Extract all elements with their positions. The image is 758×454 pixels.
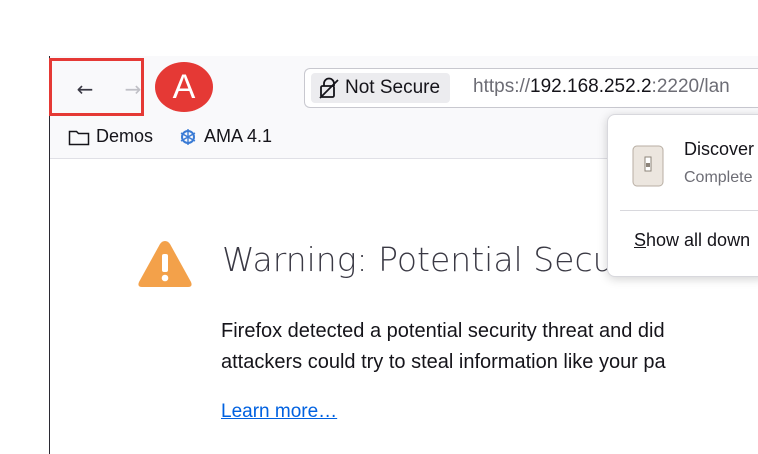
url-host: 192.168.252.2 <box>530 76 652 97</box>
downloads-panel: Discover Complete Show all down <box>607 114 758 277</box>
not-secure-label: Not Secure <box>345 77 441 98</box>
lock-warning-icon <box>319 77 339 99</box>
not-secure-indicator[interactable]: Not Secure <box>311 73 451 103</box>
bookmark-ama[interactable]: AMA 4.1 <box>178 126 272 147</box>
warning-description: Firefox detected a potential security th… <box>221 316 758 378</box>
show-all-downloads-button[interactable]: Show all down <box>634 230 750 251</box>
url-text[interactable]: https://192.168.252.2:2220/lan <box>473 76 730 98</box>
annotation-badge: A <box>155 62 213 112</box>
folder-icon <box>68 130 90 145</box>
learn-more-link[interactable]: Learn more… <box>221 401 337 423</box>
annotation-highlight-box <box>49 58 144 116</box>
description-line: attackers could try to steal information… <box>221 351 666 373</box>
bookmark-demos[interactable]: Demos <box>68 126 153 147</box>
archive-file-icon <box>632 145 664 187</box>
warning-triangle-icon <box>138 241 192 287</box>
panel-divider <box>620 210 758 211</box>
show-all-access-key: S <box>634 230 647 250</box>
page-title: Warning: Potential Secu <box>222 240 614 279</box>
url-scheme: https:// <box>473 76 531 97</box>
url-path: :2220/lan <box>651 76 730 97</box>
download-item-name[interactable]: Discover <box>684 139 754 160</box>
url-bar[interactable]: Not Secure https://192.168.252.2:2220/la… <box>304 68 758 108</box>
bookmark-label: Demos <box>96 126 154 146</box>
ama-logo-icon <box>180 128 196 145</box>
show-all-label: how all down <box>646 230 751 250</box>
bookmark-label: AMA 4.1 <box>204 126 273 146</box>
description-line: Firefox detected a potential security th… <box>221 320 665 342</box>
download-item-status: Complete <box>684 169 753 186</box>
